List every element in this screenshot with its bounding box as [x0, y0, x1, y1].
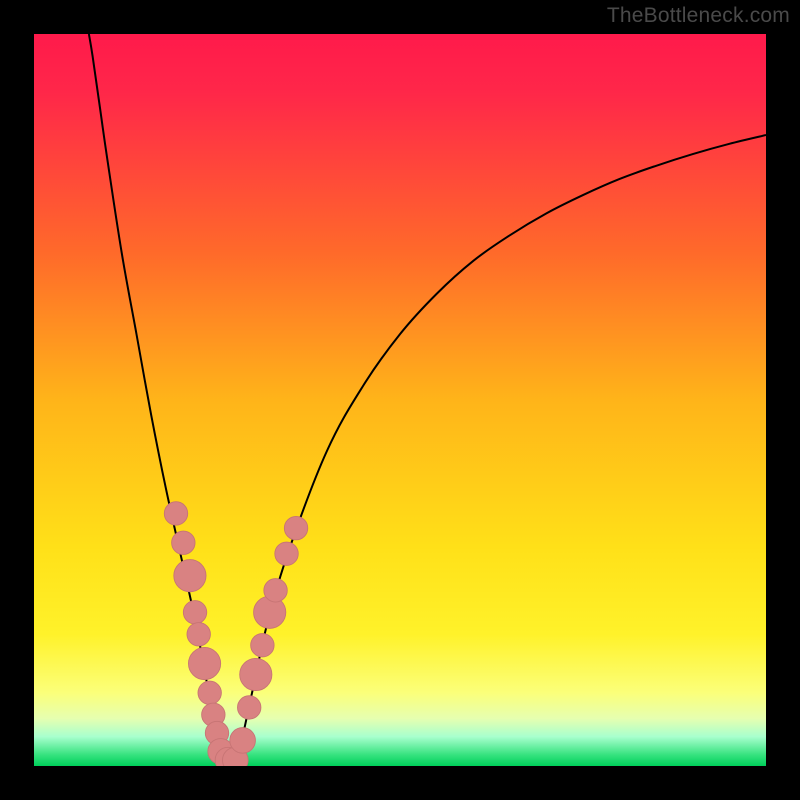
data-marker — [284, 516, 307, 539]
data-marker — [230, 728, 256, 754]
data-marker — [164, 502, 187, 525]
data-marker — [198, 681, 221, 704]
data-marker — [237, 696, 260, 719]
data-marker — [187, 623, 210, 646]
data-marker — [174, 560, 206, 592]
data-marker — [264, 579, 287, 602]
data-marker — [251, 634, 274, 657]
data-marker — [240, 658, 272, 690]
data-marker — [172, 531, 195, 554]
chart-svg — [34, 34, 766, 766]
chart-frame: TheBottleneck.com — [0, 0, 800, 800]
data-marker — [188, 647, 220, 679]
data-marker — [183, 601, 206, 624]
watermark-text: TheBottleneck.com — [607, 4, 790, 28]
data-marker — [275, 542, 298, 565]
gradient-background — [34, 34, 766, 766]
